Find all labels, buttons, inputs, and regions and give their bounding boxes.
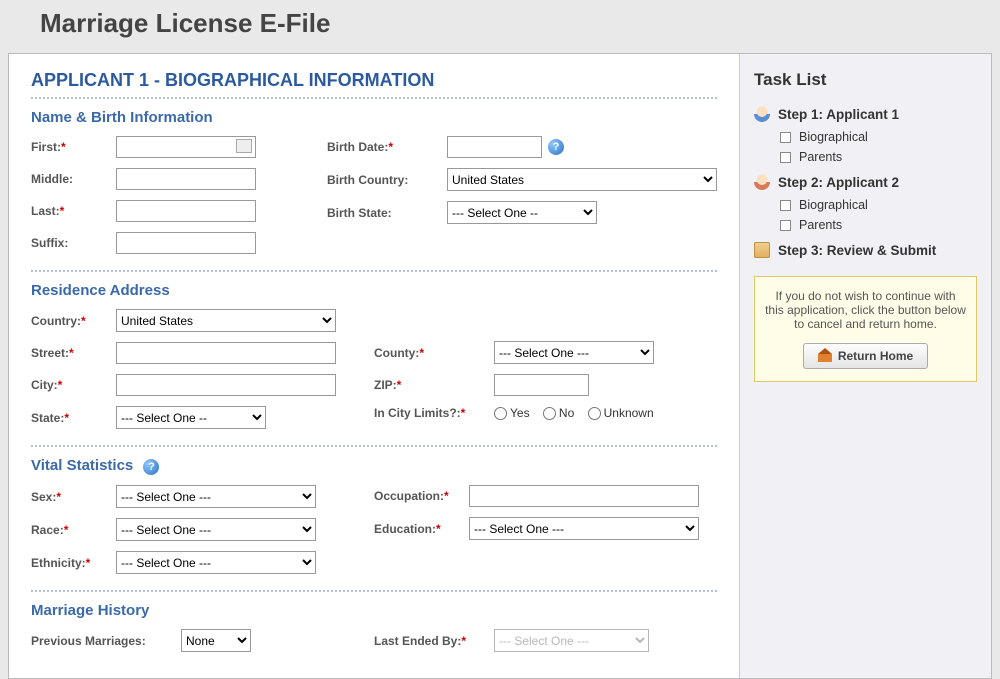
suffix-label: Suffix: — [31, 236, 116, 250]
state-label: State:* — [31, 411, 116, 425]
occupation-input[interactable] — [469, 485, 699, 507]
help-icon[interactable]: ? — [548, 139, 564, 155]
ethnicity-select[interactable]: --- Select One --- — [116, 551, 316, 574]
county-select[interactable]: --- Select One --- — [494, 341, 654, 364]
prevmarr-label: Previous Marriages: — [31, 634, 181, 648]
marriage-heading: Marriage History — [31, 602, 717, 619]
sex-label: Sex:* — [31, 490, 116, 504]
birthstate-select[interactable]: --- Select One -- — [447, 201, 597, 224]
first-input[interactable] — [116, 136, 256, 158]
birthdate-label: Birth Date:* — [327, 140, 447, 154]
page-title: Marriage License E-File — [0, 0, 1000, 53]
step1-biographical[interactable]: Biographical — [780, 130, 977, 144]
step-2[interactable]: Step 2: Applicant 2 — [754, 174, 977, 190]
cancel-notice: If you do not wish to continue with this… — [754, 276, 977, 382]
state-select[interactable]: --- Select One -- — [116, 406, 266, 429]
person-icon — [754, 174, 770, 190]
city-input[interactable] — [116, 374, 336, 396]
birthcountry-select[interactable]: United States — [447, 168, 717, 191]
incity-no[interactable]: No — [543, 406, 574, 420]
county-label: County:* — [374, 346, 494, 360]
first-label: First:* — [31, 140, 116, 154]
zip-input[interactable] — [494, 374, 589, 396]
birthcountry-label: Birth Country: — [327, 173, 447, 187]
contact-card-icon — [236, 139, 252, 153]
content-container: APPLICANT 1 - BIOGRAPHICAL INFORMATION N… — [8, 53, 992, 679]
sex-select[interactable]: --- Select One --- — [116, 485, 316, 508]
document-icon — [754, 242, 770, 258]
return-home-button[interactable]: Return Home — [803, 343, 928, 369]
help-icon[interactable]: ? — [143, 459, 159, 475]
street-label: Street:* — [31, 346, 116, 360]
zip-label: ZIP:* — [374, 378, 494, 392]
country-label: Country:* — [31, 314, 116, 328]
residence-heading: Residence Address — [31, 282, 717, 299]
lastended-label: Last Ended By:* — [374, 634, 494, 648]
checkbox-icon — [780, 220, 791, 231]
incity-unknown[interactable]: Unknown — [588, 406, 654, 420]
divider — [31, 445, 717, 447]
step2-biographical[interactable]: Biographical — [780, 198, 977, 212]
step2-parents[interactable]: Parents — [780, 218, 977, 232]
middle-input[interactable] — [116, 168, 256, 190]
race-label: Race:* — [31, 523, 116, 537]
step1-parents[interactable]: Parents — [780, 150, 977, 164]
race-select[interactable]: --- Select One --- — [116, 518, 316, 541]
person-icon — [754, 106, 770, 122]
birthstate-label: Birth State: — [327, 206, 447, 220]
birthdate-input[interactable] — [447, 136, 542, 158]
education-label: Education:* — [374, 522, 469, 536]
city-label: City:* — [31, 378, 116, 392]
checkbox-icon — [780, 132, 791, 143]
last-input[interactable] — [116, 200, 256, 222]
lastended-select[interactable]: --- Select One --- — [494, 629, 649, 652]
task-list-sidebar: Task List Step 1: Applicant 1 Biographic… — [739, 54, 991, 678]
middle-label: Middle: — [31, 172, 116, 186]
occupation-label: Occupation:* — [374, 489, 469, 503]
divider — [31, 590, 717, 592]
suffix-input[interactable] — [116, 232, 256, 254]
divider — [31, 270, 717, 272]
notice-text: If you do not wish to continue with this… — [765, 289, 966, 331]
incity-yes[interactable]: Yes — [494, 406, 530, 420]
step-3[interactable]: Step 3: Review & Submit — [754, 242, 977, 258]
checkbox-icon — [780, 152, 791, 163]
step-1[interactable]: Step 1: Applicant 1 — [754, 106, 977, 122]
incity-label: In City Limits?:* — [374, 406, 494, 420]
name-birth-heading: Name & Birth Information — [31, 109, 717, 126]
last-label: Last:* — [31, 204, 116, 218]
main-form: APPLICANT 1 - BIOGRAPHICAL INFORMATION N… — [9, 54, 739, 678]
home-icon — [818, 350, 832, 362]
checkbox-icon — [780, 200, 791, 211]
street-input[interactable] — [116, 342, 336, 364]
education-select[interactable]: --- Select One --- — [469, 517, 699, 540]
task-list-title: Task List — [754, 70, 977, 90]
divider — [31, 97, 717, 99]
vital-heading: Vital Statistics ? — [31, 457, 717, 475]
ethnicity-label: Ethnicity:* — [31, 556, 116, 570]
country-select[interactable]: United States — [116, 309, 336, 332]
section-title: APPLICANT 1 - BIOGRAPHICAL INFORMATION — [31, 70, 717, 91]
prevmarr-select[interactable]: None — [181, 629, 251, 652]
